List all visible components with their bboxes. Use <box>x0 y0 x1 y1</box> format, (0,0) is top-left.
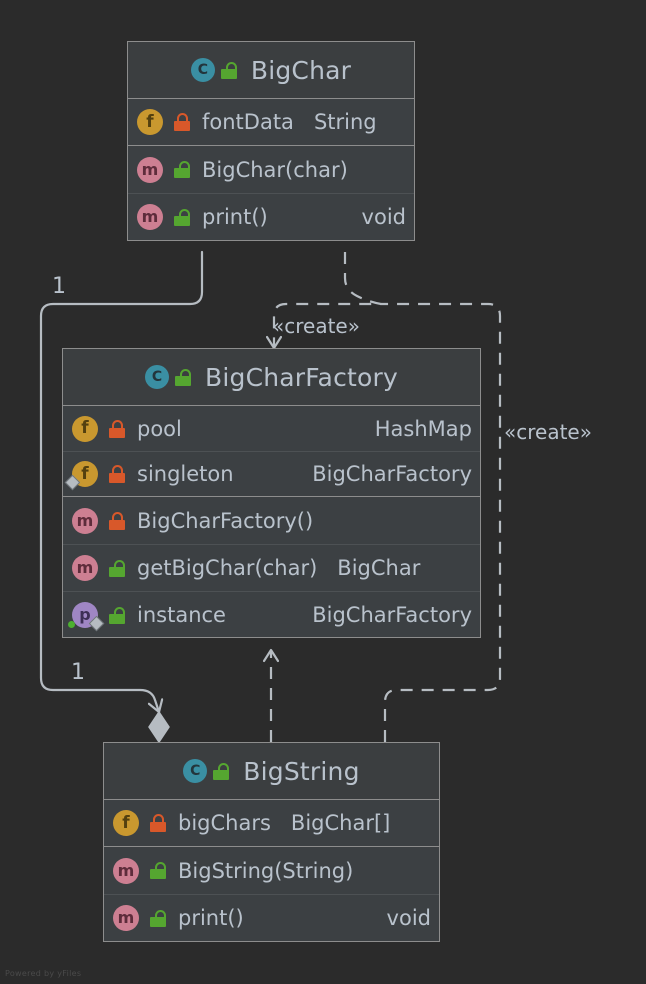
field-row[interactable]: f bigChars BigChar[] <box>104 800 439 846</box>
unlocked-icon <box>174 208 190 226</box>
unlocked-icon <box>150 862 166 879</box>
locked-icon <box>150 814 166 832</box>
field-type: String <box>313 110 377 134</box>
create-label-right: «create» <box>504 420 592 444</box>
locked-icon <box>109 419 125 438</box>
field-type: HashMap <box>374 416 472 441</box>
method-type: void <box>386 906 431 930</box>
unlocked-icon <box>174 161 190 178</box>
unlocked-icon <box>213 762 230 780</box>
field-name: fontData <box>202 110 294 134</box>
unlocked-icon <box>109 559 125 577</box>
create-label-top: «create» <box>272 314 360 338</box>
locked-icon <box>109 465 125 483</box>
class-header-bigstring: C BigString <box>104 743 439 800</box>
field-type: BigChar[] <box>290 811 391 835</box>
field-icon: f <box>64 461 98 491</box>
class-title-bigstring: BigString <box>243 756 360 786</box>
method-type: void <box>361 205 406 229</box>
composition-diamond <box>148 710 170 744</box>
field-row[interactable]: f fontData String <box>128 99 414 145</box>
field-name: bigChars <box>178 811 271 835</box>
class-icon: C <box>183 759 208 783</box>
locked-icon <box>174 113 190 131</box>
uml-class-bigstring[interactable]: C BigString f bigChars BigChar[] m BigSt… <box>103 742 440 942</box>
multiplicity-label-bottom: 1 <box>71 660 85 685</box>
property-row[interactable]: p instance BigCharFactory <box>63 591 480 638</box>
class-header-bigcharfactory: C BigCharFactory <box>63 349 480 406</box>
field-row[interactable]: f pool HashMap <box>63 406 480 451</box>
method-name: BigString(String) <box>178 858 354 883</box>
method-name: BigChar(char) <box>202 157 348 182</box>
field-type: BigCharFactory <box>312 462 472 486</box>
unlocked-icon <box>150 909 166 927</box>
method-icon: m <box>113 905 139 931</box>
multiplicity-label-top: 1 <box>52 274 66 299</box>
method-row[interactable]: m BigCharFactory() <box>63 497 480 544</box>
class-title-bigcharfactory: BigCharFactory <box>205 362 398 392</box>
class-icon: C <box>145 365 169 389</box>
field-row[interactable]: f singleton BigCharFactory <box>63 451 480 496</box>
method-name: BigCharFactory() <box>137 508 314 533</box>
uml-class-bigcharfactory[interactable]: C BigCharFactory f pool HashMap f single… <box>62 348 481 638</box>
locked-icon <box>109 511 125 530</box>
method-row[interactable]: m BigString(String) <box>104 847 439 894</box>
field-name: singleton <box>137 462 234 486</box>
diagram-canvas: BigChar --> BigChar (long right route) -… <box>0 0 646 984</box>
field-name: pool <box>137 416 182 441</box>
unlocked-icon <box>220 61 237 79</box>
method-icon: m <box>72 555 98 581</box>
method-type: BigChar <box>337 556 421 580</box>
method-name: print() <box>178 906 244 930</box>
property-name: instance <box>137 603 226 627</box>
fields-section-bigstring: f bigChars BigChar[] <box>104 800 439 846</box>
method-icon: m <box>137 204 163 230</box>
method-name: getBigChar(char) <box>137 556 318 580</box>
method-name: print() <box>202 205 268 229</box>
fields-section-bigcharfactory: f pool HashMap f singleton BigCharFactor… <box>63 406 480 496</box>
method-row[interactable]: m print() void <box>128 193 414 240</box>
method-row[interactable]: m getBigChar(char) BigChar <box>63 544 480 591</box>
field-icon: f <box>113 810 139 836</box>
uml-class-bigchar[interactable]: C BigChar f fontData String m BigChar(ch… <box>127 41 415 241</box>
unlocked-icon <box>175 368 191 386</box>
method-icon: m <box>113 857 139 884</box>
class-title-bigchar: BigChar <box>250 55 352 85</box>
method-icon: m <box>72 507 98 534</box>
property-icon: p <box>68 602 105 632</box>
watermark: Powered by yFiles <box>5 969 82 978</box>
getter-marker-icon <box>68 621 75 628</box>
class-header-bigchar: C BigChar <box>128 42 414 99</box>
methods-section-bigchar: m BigChar(char) m print() void <box>128 145 414 240</box>
field-icon: f <box>137 109 163 135</box>
unlocked-icon <box>109 606 125 624</box>
method-row[interactable]: m print() void <box>104 894 439 941</box>
methods-section-bigcharfactory: m BigCharFactory() m getBigChar(char) Bi… <box>63 496 480 638</box>
fields-section-bigchar: f fontData String <box>128 99 414 145</box>
class-icon: C <box>190 58 215 82</box>
methods-section-bigstring: m BigString(String) m print() void <box>104 846 439 941</box>
method-icon: m <box>137 156 163 183</box>
field-icon: f <box>72 415 98 442</box>
property-type: BigCharFactory <box>312 603 472 627</box>
method-row[interactable]: m BigChar(char) <box>128 146 414 193</box>
